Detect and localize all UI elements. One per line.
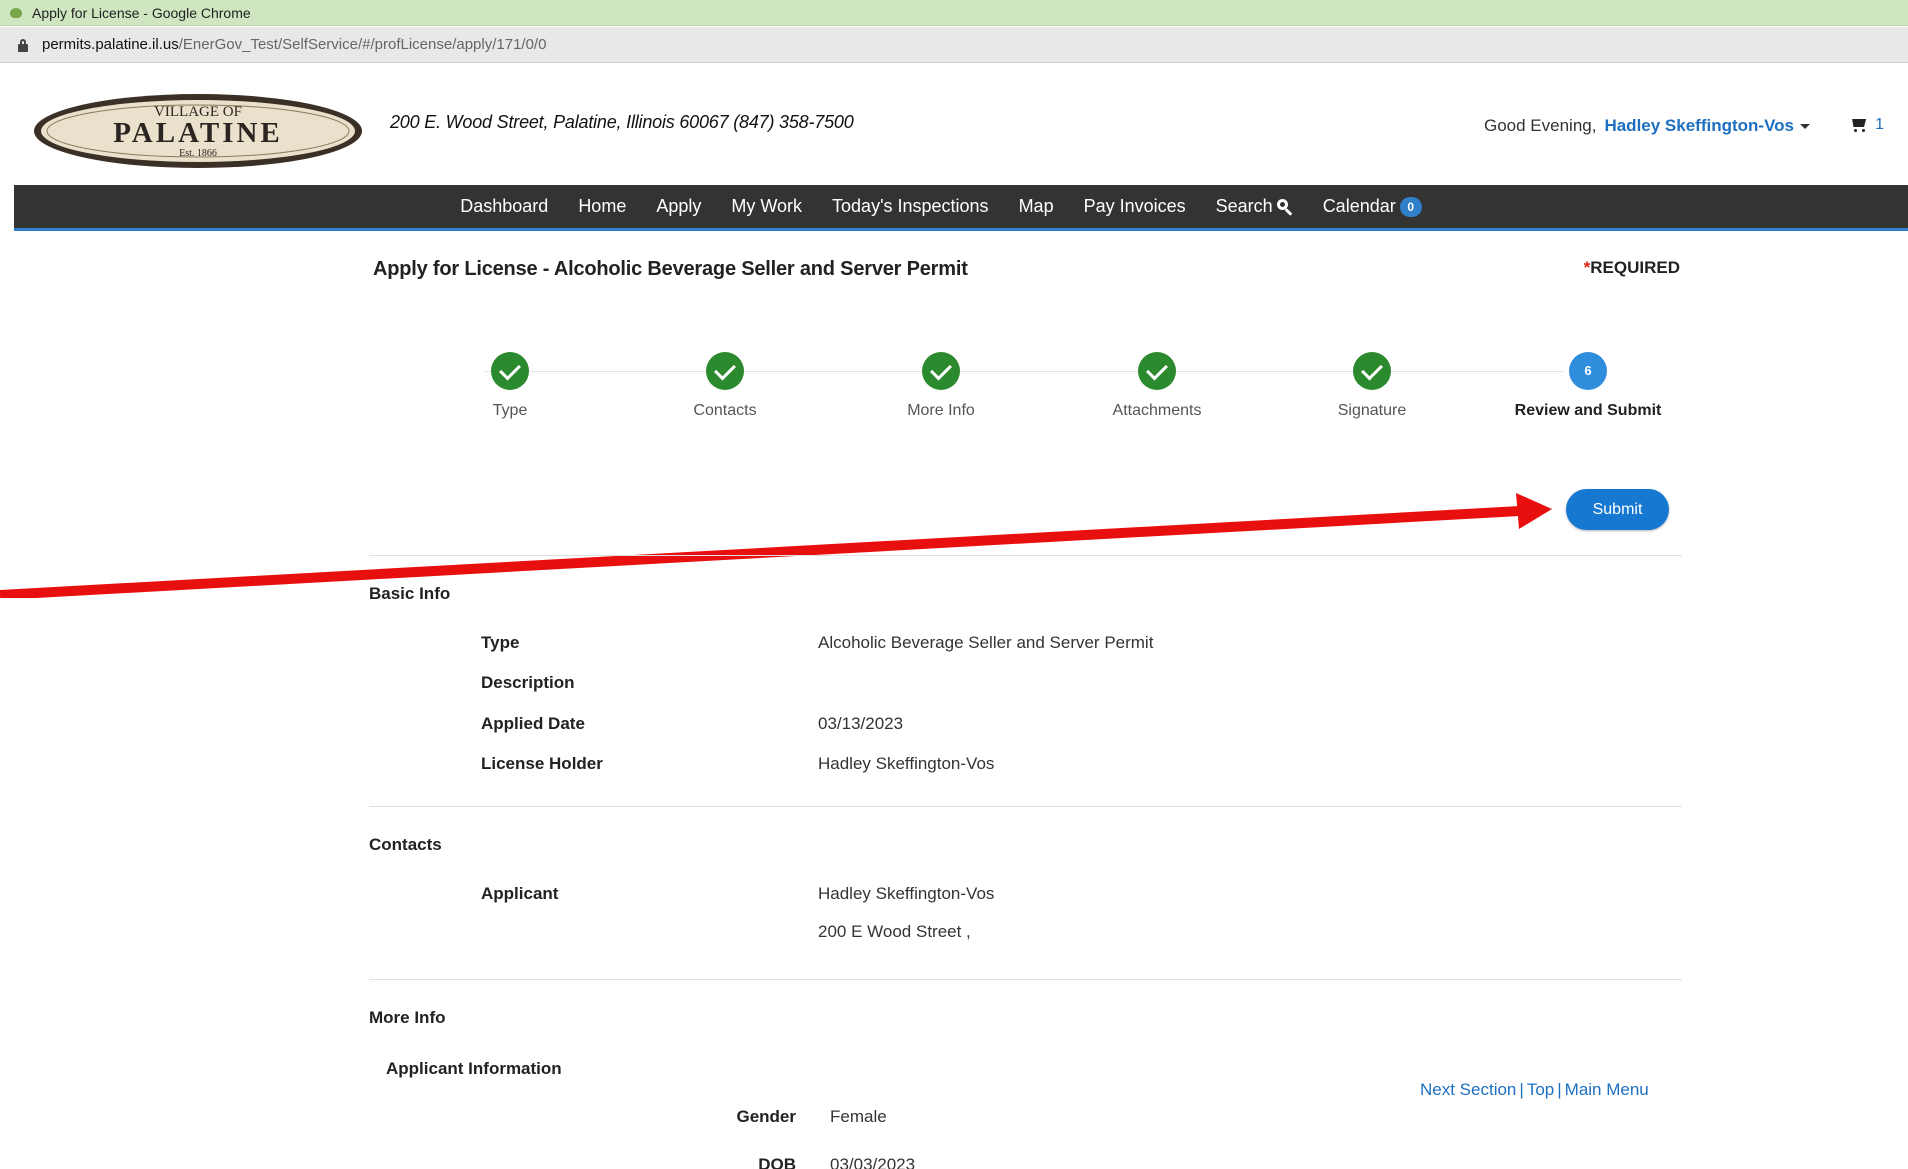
step-review-and-submit[interactable]: 6 Review and Submit: [1488, 352, 1688, 420]
nav-apply[interactable]: Apply: [656, 196, 701, 217]
user-menu-link[interactable]: Hadley Skeffington-Vos: [1604, 116, 1794, 136]
browser-title-bar: Apply for License - Google Chrome: [0, 0, 1908, 26]
page-title: Apply for License - Alcoholic Beverage S…: [373, 258, 968, 280]
field-label-license-holder: License Holder: [481, 754, 603, 773]
nav-map[interactable]: Map: [1019, 196, 1054, 217]
site-favicon-icon: [8, 5, 24, 21]
url-host[interactable]: permits.palatine.il.us: [42, 36, 179, 53]
village-address: 200 E. Wood Street, Palatine, Illinois 6…: [390, 112, 854, 132]
main-menu-link[interactable]: Main Menu: [1565, 1080, 1649, 1100]
nav-pay-invoices[interactable]: Pay Invoices: [1084, 196, 1186, 217]
subsection-applicant-information: Applicant Information: [386, 1059, 562, 1078]
check-icon[interactable]: [1138, 352, 1176, 390]
application-stepper: Type Contacts More Info Attachments Sign…: [410, 352, 1750, 442]
field-label-description: Description: [481, 673, 575, 692]
url-path[interactable]: /EnerGov_Test/SelfService/#/profLicense/…: [179, 36, 547, 53]
field-label-applied-date: Applied Date: [481, 714, 585, 733]
field-value-type: Alcoholic Beverage Seller and Server Per…: [818, 633, 1154, 652]
required-label: REQUIRED: [1590, 258, 1680, 277]
field-value-license-holder: Hadley Skeffington-Vos: [818, 754, 995, 773]
field-value-applied-date: 03/13/2023: [818, 714, 904, 733]
nav-search[interactable]: Search: [1216, 196, 1293, 217]
section-navigation-links: Next Section | Top | Main Menu: [1420, 1080, 1649, 1100]
nav-search-label[interactable]: Search: [1216, 196, 1273, 217]
logo-text-line2: PALATINE: [113, 117, 283, 149]
step-number-badge[interactable]: 6: [1569, 352, 1607, 390]
link-separator: |: [1557, 1080, 1562, 1099]
nav-todays-inspections[interactable]: Today's Inspections: [832, 196, 989, 217]
section-divider: [369, 555, 1682, 556]
user-greeting[interactable]: Good Evening, Hadley Skeffington-Vos: [1484, 116, 1810, 136]
main-navigation: Dashboard Home Apply My Work Today's Ins…: [14, 185, 1908, 231]
step-attachments[interactable]: Attachments: [1057, 352, 1257, 420]
arrow-shaft: [0, 506, 1521, 598]
step-label[interactable]: Signature: [1272, 402, 1472, 420]
greeting-text: Good Evening,: [1483, 116, 1597, 135]
shopping-cart-icon[interactable]: [1849, 117, 1869, 133]
field-label-gender: Gender: [736, 1107, 796, 1126]
section-contacts-title: Contacts: [369, 835, 442, 854]
section-basic-info-title: Basic Info: [369, 584, 451, 603]
annotation-arrow: [0, 493, 1552, 598]
field-label-dob: DOB: [758, 1155, 796, 1169]
section-divider: [369, 806, 1682, 807]
village-logo[interactable]: VILLAGE OF PALATINE Est. 1866: [32, 92, 364, 170]
arrow-head: [1516, 493, 1552, 529]
check-icon[interactable]: [491, 352, 529, 390]
step-signature[interactable]: Signature: [1272, 352, 1472, 420]
window-title: Apply for License - Google Chrome: [32, 4, 251, 21]
required-indicator: *REQUIRED: [1584, 258, 1680, 278]
field-value-applicant-name: Hadley Skeffington-Vos: [818, 884, 995, 903]
check-icon[interactable]: [706, 352, 744, 390]
chevron-down-icon[interactable]: [1800, 123, 1810, 129]
step-label[interactable]: Type: [410, 402, 610, 420]
submit-button[interactable]: Submit: [1566, 489, 1669, 530]
next-section-link[interactable]: Next Section: [1420, 1080, 1516, 1100]
step-contacts[interactable]: Contacts: [625, 352, 825, 420]
logo-text-line3: Est. 1866: [179, 148, 217, 159]
step-type[interactable]: Type: [410, 352, 610, 420]
nav-dashboard[interactable]: Dashboard: [460, 196, 548, 217]
section-more-info-title: More Info: [369, 1008, 446, 1027]
field-label-type: Type: [481, 633, 520, 652]
step-more-info[interactable]: More Info: [841, 352, 1041, 420]
check-icon[interactable]: [1353, 352, 1391, 390]
search-icon[interactable]: [1276, 198, 1293, 215]
step-label[interactable]: Contacts: [625, 402, 825, 420]
calendar-count-badge[interactable]: 0: [1399, 196, 1422, 217]
field-value-gender: Female: [830, 1107, 887, 1126]
nav-my-work[interactable]: My Work: [731, 196, 802, 217]
step-label[interactable]: More Info: [841, 402, 1041, 420]
field-value-dob: 03/03/2023: [830, 1155, 916, 1169]
top-link[interactable]: Top: [1527, 1080, 1554, 1100]
nav-calendar[interactable]: Calendar 0: [1323, 196, 1422, 217]
link-separator: |: [1519, 1080, 1524, 1099]
step-label[interactable]: Attachments: [1057, 402, 1257, 420]
address-bar[interactable]: permits.palatine.il.us/EnerGov_Test/Self…: [0, 27, 1908, 63]
nav-calendar-label[interactable]: Calendar: [1323, 196, 1396, 217]
field-value-applicant-address: 200 E Wood Street ,: [818, 922, 971, 941]
nav-home[interactable]: Home: [578, 196, 626, 217]
field-label-applicant: Applicant: [481, 884, 559, 903]
section-divider: [369, 979, 1682, 980]
cart-count[interactable]: 1: [1875, 116, 1884, 134]
step-label[interactable]: Review and Submit: [1488, 402, 1688, 420]
lock-icon: [18, 38, 28, 52]
cart-button[interactable]: 1: [1849, 116, 1884, 134]
check-icon[interactable]: [922, 352, 960, 390]
